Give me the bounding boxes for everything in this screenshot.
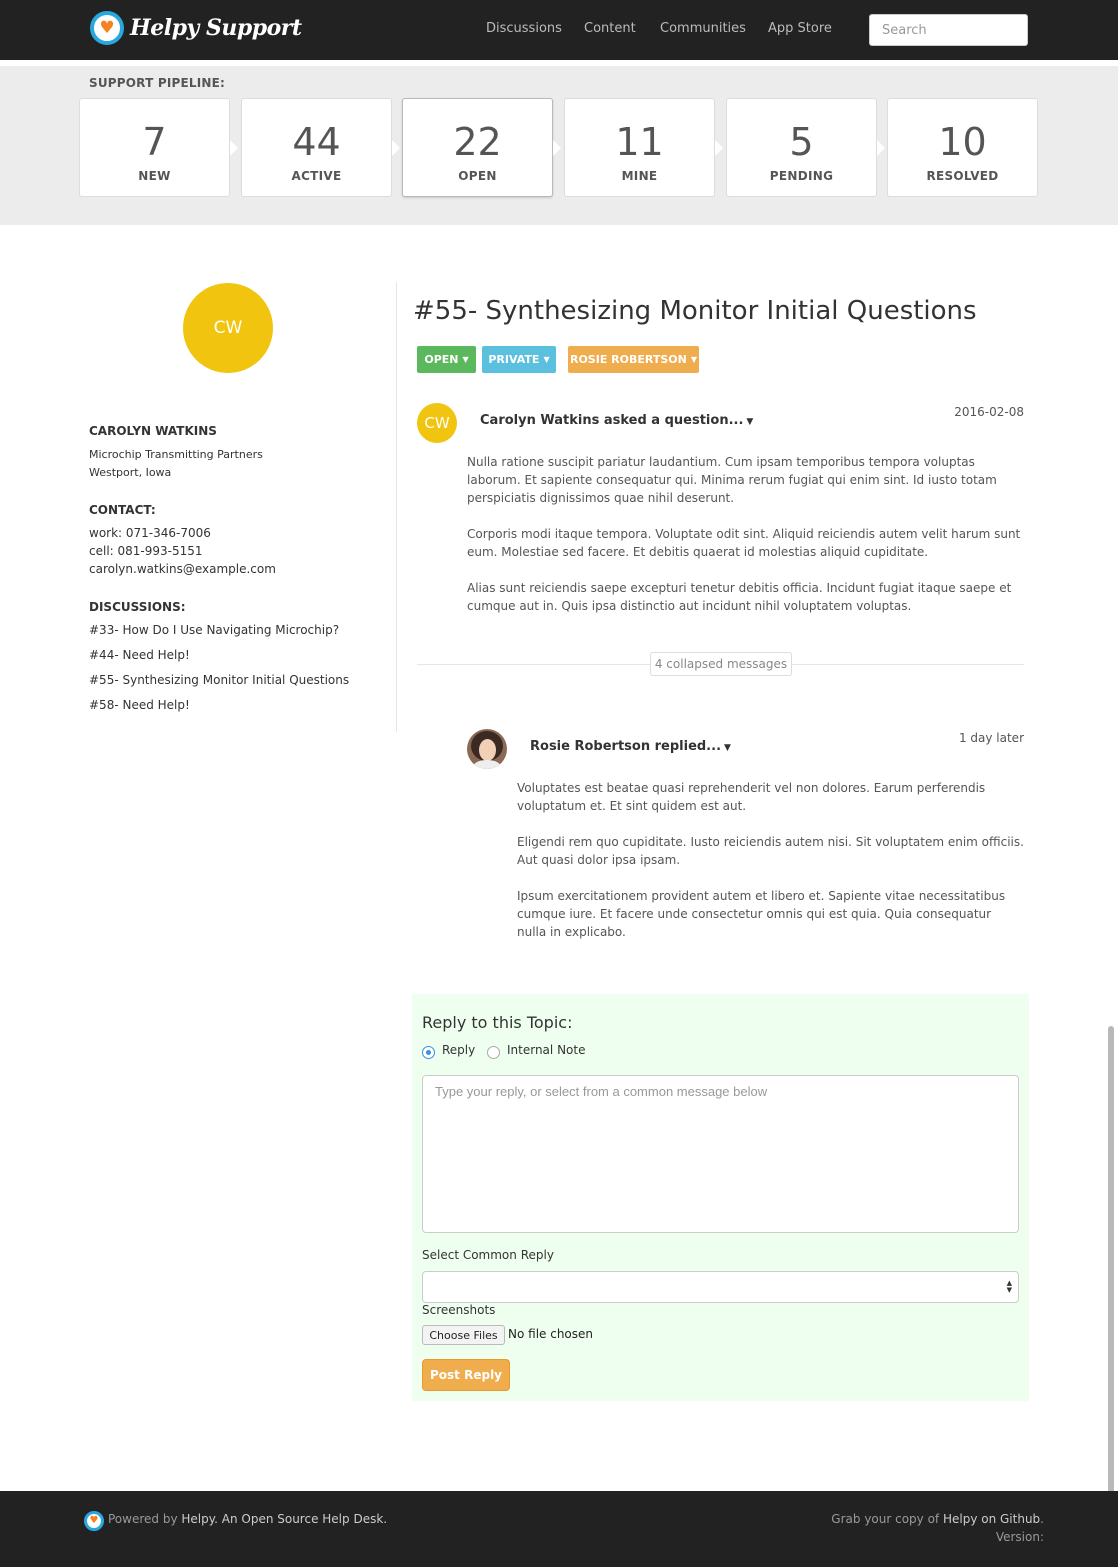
- message-paragraph: Voluptates est beatae quasi reprehenderi…: [517, 781, 986, 813]
- top-navbar: ♥ Helpy Support Discussions Content Comm…: [0, 0, 1118, 60]
- post-reply-button[interactable]: Post Reply: [422, 1359, 510, 1391]
- pipeline-label-text: PENDING: [769, 169, 834, 183]
- nav-discussions[interactable]: Discussions: [486, 21, 562, 36]
- github-note: Grab your copy of Helpy on Github.: [831, 1512, 1044, 1526]
- choose-files-button[interactable]: Choose Files: [422, 1325, 505, 1345]
- caret-down-icon: ▼: [543, 355, 550, 364]
- status-label: OPEN: [424, 353, 459, 366]
- grab-prefix: Grab your copy of: [831, 1512, 943, 1526]
- discussion-link[interactable]: #33- How Do I Use Navigating Microchip?: [89, 623, 339, 637]
- nav-content[interactable]: Content: [584, 21, 636, 36]
- discussions-heading: DISCUSSIONS:: [89, 600, 186, 614]
- pipeline-count: 22: [453, 120, 502, 164]
- reply-title: Reply to this Topic:: [422, 1013, 573, 1032]
- status-dropdown[interactable]: OPEN ▼: [417, 346, 476, 373]
- caret-down-icon: ▼: [462, 355, 469, 364]
- message-paragraph: Corporis modi itaque tempora. Voluptate …: [467, 527, 1021, 559]
- select-arrows-icon: ▲ ▼: [1006, 1279, 1012, 1294]
- customer-avatar: CW: [183, 283, 273, 373]
- sidebar-divider: [396, 282, 397, 732]
- visibility-dropdown[interactable]: PRIVATE ▼: [482, 346, 556, 373]
- pipeline-label: SUPPORT PIPELINE:: [89, 76, 226, 90]
- message-body: Nulla ratione suscipit pariatur laudanti…: [467, 453, 1024, 633]
- nav-app-store[interactable]: App Store: [768, 21, 832, 36]
- pipeline-count: 10: [938, 120, 987, 164]
- message-author-dropdown[interactable]: Carolyn Watkins asked a question... ▼: [480, 413, 753, 428]
- customer-location: Westport, Iowa: [89, 466, 172, 479]
- powered-link[interactable]: Helpy. An Open Source Help Desk.: [181, 1512, 387, 1526]
- discussion-link[interactable]: #44- Need Help!: [89, 648, 190, 662]
- pipeline-resolved[interactable]: 10 RESOLVED: [887, 98, 1038, 197]
- message-date: 2016-02-08: [954, 405, 1024, 419]
- github-link[interactable]: Helpy on Github: [943, 1512, 1040, 1526]
- pipeline-label-text: NEW: [138, 169, 171, 183]
- agent-avatar: [467, 729, 507, 769]
- pipeline-active[interactable]: 44 ACTIVE: [241, 98, 400, 197]
- message-paragraph: Eligendi rem quo cupiditate. Iusto reici…: [517, 835, 1024, 867]
- message-date: 1 day later: [958, 731, 1024, 745]
- pipeline-label-text: ACTIVE: [291, 169, 342, 183]
- discussion-link[interactable]: #55- Synthesizing Monitor Initial Questi…: [89, 673, 349, 687]
- grab-suffix: .: [1040, 1512, 1044, 1526]
- screenshots-label: Screenshots: [422, 1303, 496, 1317]
- message-paragraph: Nulla ratione suscipit pariatur laudanti…: [467, 455, 997, 505]
- page-scrollbar[interactable]: [1108, 1026, 1114, 1494]
- pipeline-mine[interactable]: 11 MINE: [564, 98, 723, 197]
- contact-email[interactable]: carolyn.watkins@example.com: [89, 562, 276, 576]
- pipeline-count: 11: [615, 120, 664, 164]
- caret-down-icon: ▼: [746, 417, 754, 427]
- pipeline-pending[interactable]: 5 PENDING: [726, 98, 885, 197]
- common-reply-select[interactable]: ▲ ▼: [422, 1271, 1019, 1303]
- common-reply-label: Select Common Reply: [422, 1248, 554, 1262]
- version-label: Version:: [995, 1530, 1044, 1544]
- reply-form: Reply to this Topic: Reply Internal Note…: [412, 994, 1029, 1401]
- ticket-title: #55- Synthesizing Monitor Initial Questi…: [413, 296, 977, 326]
- customer-name: CAROLYN WATKINS: [89, 424, 217, 438]
- file-status: No file chosen: [508, 1327, 594, 1341]
- collapsed-messages-button[interactable]: 4 collapsed messages: [650, 652, 792, 676]
- pipeline-count: 44: [292, 120, 341, 164]
- message-author-dropdown[interactable]: Rosie Robertson replied... ▼: [530, 739, 731, 754]
- pipeline-new[interactable]: 7 NEW: [79, 98, 238, 197]
- message-paragraph: Alias sunt reiciendis saepe excepturi te…: [467, 581, 1012, 613]
- contact-cell-phone: cell: 081-993-5151: [89, 544, 203, 558]
- message-avatar: CW: [417, 403, 457, 443]
- pipeline-count: 7: [142, 120, 167, 164]
- reply-radio-label[interactable]: Reply: [442, 1043, 475, 1057]
- assignee-dropdown[interactable]: ROSIE ROBERTSON ▼: [568, 346, 699, 373]
- internal-note-radio-label[interactable]: Internal Note: [507, 1043, 585, 1057]
- assignee-label: ROSIE ROBERTSON: [569, 353, 687, 366]
- powered-prefix: Powered by: [108, 1512, 182, 1526]
- search-input[interactable]: [869, 14, 1028, 46]
- pipeline-count: 5: [789, 120, 814, 164]
- discussion-link[interactable]: #58- Need Help!: [89, 698, 190, 712]
- message-author: Carolyn Watkins asked a question...: [480, 413, 744, 428]
- reply-radio[interactable]: [422, 1046, 435, 1059]
- message-body: Voluptates est beatae quasi reprehenderi…: [517, 779, 1024, 959]
- powered-by: Powered by Helpy. An Open Source Help De…: [108, 1512, 387, 1526]
- pipeline-label-text: MINE: [621, 169, 658, 183]
- helpy-logo-icon: ♥: [84, 1511, 104, 1531]
- contact-work-phone: work: 071-346-7006: [89, 526, 211, 540]
- pipeline-label-text: OPEN: [458, 169, 497, 183]
- caret-down-icon: ▼: [690, 355, 697, 364]
- pipeline-label-text: RESOLVED: [926, 169, 999, 183]
- contact-heading: CONTACT:: [89, 503, 156, 517]
- reply-textarea[interactable]: [422, 1075, 1019, 1233]
- support-pipeline: SUPPORT PIPELINE: 7 NEW 44 ACTIVE 22 OPE…: [0, 66, 1118, 225]
- message-author: Rosie Robertson replied...: [530, 739, 722, 754]
- footer: ♥ Powered by Helpy. An Open Source Help …: [0, 1491, 1118, 1567]
- visibility-label: PRIVATE: [488, 353, 540, 366]
- pipeline-open[interactable]: 22 OPEN: [402, 98, 561, 197]
- message-paragraph: Ipsum exercitationem provident autem et …: [517, 889, 1006, 939]
- nav-communities[interactable]: Communities: [660, 21, 746, 36]
- customer-company: Microchip Transmitting Partners: [89, 448, 263, 461]
- caret-down-icon: ▼: [724, 743, 731, 753]
- internal-note-radio[interactable]: [487, 1046, 500, 1059]
